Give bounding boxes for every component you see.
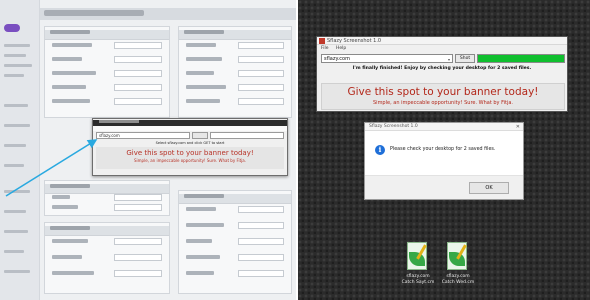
url-value: sflazy.com bbox=[324, 56, 350, 62]
page-leaf-icon bbox=[405, 242, 431, 272]
info-dialog: Sflazy Screenshot 1.0 ✕ i Please check y… bbox=[364, 122, 524, 200]
dialog-message: Please check your desktop for 2 saved fi… bbox=[390, 147, 496, 152]
page-leaf-icon bbox=[445, 242, 471, 272]
status-text: I'm finally finished! Enjoy by checking … bbox=[352, 66, 532, 71]
info-icon: i bbox=[375, 145, 385, 155]
ok-button[interactable]: OK bbox=[469, 182, 509, 194]
app-icon bbox=[319, 38, 325, 44]
screenshot-app-window: Sflazy Screenshot 1.0 File Help sflazy.c… bbox=[316, 36, 568, 112]
dialog-titlebar: Sflazy Screenshot 1.0 ✕ bbox=[365, 123, 523, 131]
desktop-file-caption: sflazy.com Catch Wed.cm bbox=[441, 274, 475, 285]
chevron-down-icon[interactable]: ▾ bbox=[448, 56, 450, 64]
screenshot-stage: sflazy.com Select sflazy.com and click G… bbox=[0, 0, 590, 300]
shot-button[interactable]: Shot bbox=[455, 54, 475, 63]
desktop-file-2[interactable]: sflazy.com Catch Wed.cm bbox=[440, 242, 476, 286]
progress-bar bbox=[477, 54, 565, 63]
progress-fill bbox=[478, 55, 564, 62]
menu-help[interactable]: Help bbox=[336, 46, 346, 51]
ad-headline: Give this spot to your banner today! bbox=[347, 86, 539, 98]
close-icon[interactable]: ✕ bbox=[516, 123, 520, 131]
settings-screenshot-panel: sflazy.com Select sflazy.com and click G… bbox=[0, 0, 296, 300]
desktop-file-1[interactable]: sflazy.com Catch Sayt.cm bbox=[400, 242, 436, 286]
menu-file[interactable]: File bbox=[321, 46, 329, 51]
pointer-arrow bbox=[5, 139, 98, 197]
app-titlebar: Sflazy Screenshot 1.0 bbox=[317, 37, 567, 45]
url-input[interactable]: sflazy.com ▾ bbox=[321, 54, 453, 63]
app-toolbar: sflazy.com ▾ Shot bbox=[317, 52, 567, 64]
app-title: Sflazy Screenshot 1.0 bbox=[327, 38, 382, 44]
desktop-panel: Sflazy Screenshot 1.0 File Help sflazy.c… bbox=[298, 0, 590, 300]
ad-banner[interactable]: Give this spot to your banner today! Sim… bbox=[321, 83, 565, 110]
dialog-footer: OK bbox=[365, 175, 523, 199]
ad-subline: Simple, an impeccable opportunity! Sure.… bbox=[373, 100, 513, 106]
app-menubar: File Help bbox=[317, 45, 567, 52]
dialog-title: Sflazy Screenshot 1.0 bbox=[369, 124, 418, 129]
desktop-file-caption: sflazy.com Catch Sayt.cm bbox=[401, 274, 435, 285]
